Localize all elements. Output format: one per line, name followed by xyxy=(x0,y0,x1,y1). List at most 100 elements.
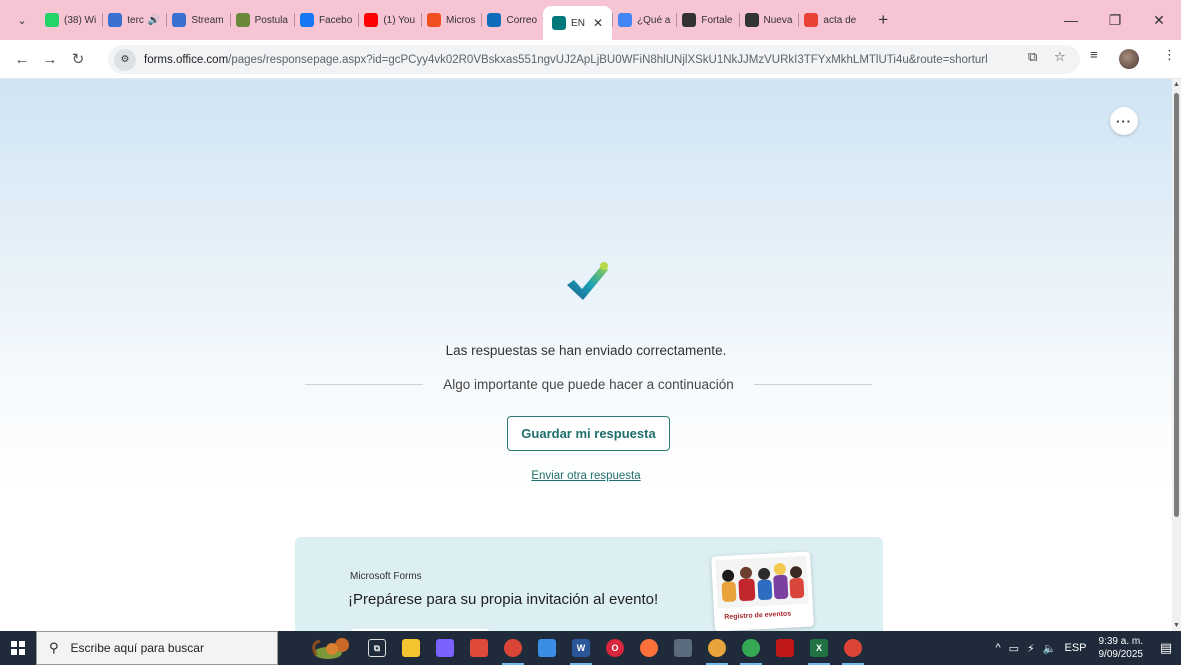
browser-tab[interactable]: EN ✕ xyxy=(543,6,613,40)
squirrel-illustration-icon xyxy=(312,638,349,659)
people-illustration-icon xyxy=(715,555,809,609)
system-tray: ^ ▭ ⚡ 🔈 ESP 9:39 a. m. 9/09/2025 ▤ xyxy=(991,631,1181,665)
install-app-icon[interactable]: ⧉ xyxy=(1028,49,1037,65)
taskbar-app-button[interactable]: O xyxy=(598,631,632,665)
clock-time: 9:39 a. m. xyxy=(1098,636,1143,647)
browser-tab[interactable]: Postula xyxy=(229,5,294,35)
tab-label: Micros xyxy=(446,14,476,26)
promo-banner: Microsoft Forms ¡Prepárese para su propi… xyxy=(295,537,883,631)
user-icon xyxy=(235,13,250,27)
browser-tab[interactable]: Stream xyxy=(166,5,229,35)
url-host: forms.office.com xyxy=(144,53,229,66)
volume-icon[interactable]: 🔈 xyxy=(1043,642,1057,655)
openai-icon xyxy=(682,13,697,27)
taskbar-app-button[interactable]: W xyxy=(564,631,598,665)
close-tab-icon[interactable]: ✕ xyxy=(593,16,603,30)
next-steps-divider: Algo importante que puede hacer a contin… xyxy=(305,375,872,393)
new-tab-button[interactable]: + xyxy=(872,10,894,30)
taskbar-app-button[interactable]: X xyxy=(802,631,836,665)
microsoft-icon xyxy=(427,13,442,27)
browser-tab[interactable]: Facebo xyxy=(293,5,358,35)
close-window-icon[interactable]: ✕ xyxy=(1137,0,1181,40)
taskbar-app-button[interactable] xyxy=(836,631,870,665)
send-another-response-label[interactable]: Enviar otra respuesta xyxy=(531,470,640,482)
tab-label: Nueva xyxy=(763,14,793,26)
page-scrollbar[interactable]: ▲ ▼ xyxy=(1172,79,1181,631)
divider-line-right xyxy=(753,383,872,385)
success-check-icon xyxy=(567,262,608,300)
tab-audio-icon[interactable]: 🔊 xyxy=(148,15,160,26)
network-icon[interactable]: ▭ xyxy=(1009,642,1019,655)
taskbar-app-icons: ⧉ W O X xyxy=(360,631,870,665)
power-icon[interactable]: ⚡ xyxy=(1027,642,1035,655)
browser-tab[interactable]: Fortale xyxy=(676,5,738,35)
copilot-icon xyxy=(436,639,454,657)
taskbar-app-button[interactable] xyxy=(700,631,734,665)
browser-menu-icon[interactable]: ⋮ xyxy=(1163,47,1176,63)
send-another-response-link[interactable]: Enviar otra respuesta xyxy=(0,470,1172,482)
tab-label: Fortale xyxy=(701,14,733,26)
gmail-icon xyxy=(804,13,819,27)
reload-icon[interactable]: ↻ xyxy=(64,45,92,73)
forward-icon[interactable]: → xyxy=(36,45,64,73)
taskbar-app-button[interactable] xyxy=(666,631,700,665)
tab-label: ¿Qué a xyxy=(637,14,671,26)
tab-label: Postula xyxy=(254,14,288,26)
site-settings-icon[interactable]: ⚙ xyxy=(114,48,136,71)
taskbar-app-button[interactable] xyxy=(496,631,530,665)
browser-tab[interactable]: Nueva xyxy=(738,5,799,35)
taskbar-clock[interactable]: 9:39 a. m. 9/09/2025 xyxy=(1099,635,1144,661)
browser-toolbar: ← → ↻ ⚙ forms.office.com/pages/responsep… xyxy=(0,40,1181,79)
browser-tab[interactable]: Correo xyxy=(481,5,543,35)
notifications-icon[interactable]: ▤ xyxy=(1151,640,1181,656)
taskbar-app-button[interactable] xyxy=(768,631,802,665)
tab-label: terc xyxy=(127,14,144,26)
taskbar-app-button[interactable] xyxy=(734,631,768,665)
chrome-profile-icon xyxy=(708,639,726,657)
scroll-down-icon[interactable]: ▼ xyxy=(1173,622,1180,629)
tab-label: Facebo xyxy=(318,14,353,26)
stream-icon xyxy=(172,13,187,27)
clock-date: 9/09/2025 xyxy=(1098,649,1144,660)
more-options-button[interactable]: ··· xyxy=(1110,107,1138,135)
restore-icon[interactable]: ❐ xyxy=(1093,0,1137,40)
address-bar[interactable]: ⚙ forms.office.com/pages/responsepage.as… xyxy=(108,45,1080,74)
browser-tab[interactable]: (38) Wi xyxy=(39,5,102,35)
taskbar-app-button[interactable] xyxy=(462,631,496,665)
tab-label: EN xyxy=(571,17,585,29)
chevron-up-icon[interactable]: ^ xyxy=(995,642,1000,654)
windows-start-button[interactable] xyxy=(0,631,36,665)
scrollbar-thumb[interactable] xyxy=(1174,93,1179,517)
taskbar-app-button[interactable] xyxy=(530,631,564,665)
browser-tab[interactable]: ¿Qué a xyxy=(612,5,676,35)
file-explorer-icon xyxy=(402,639,420,657)
taskbar-search-box[interactable]: ⚲ Escribe aquí para buscar xyxy=(36,631,278,665)
taskbar-app-button[interactable] xyxy=(394,631,428,665)
taskbar-app-button[interactable] xyxy=(632,631,666,665)
back-icon[interactable]: ← xyxy=(8,45,36,73)
calculator-icon xyxy=(674,639,692,657)
browser-tab[interactable]: Micros xyxy=(421,5,481,35)
url-text[interactable]: forms.office.com/pages/responsepage.aspx… xyxy=(144,54,1034,66)
browser-tab-bar: ⌄ (38) Wi terc 🔊 Stream Postula Facebo (1) You… xyxy=(0,0,1181,40)
browser-tab[interactable]: acta de xyxy=(798,5,862,35)
search-icon: ⚲ xyxy=(49,640,59,655)
divider-line-left xyxy=(305,383,424,385)
scroll-up-icon[interactable]: ▲ xyxy=(1173,81,1180,88)
mcafee-icon xyxy=(776,639,794,657)
word-icon: W xyxy=(572,639,590,657)
save-response-button[interactable]: Guardar mi respuesta xyxy=(507,416,670,451)
taskbar-app-button[interactable] xyxy=(428,631,462,665)
browser-tab[interactable]: (1) You xyxy=(358,5,421,35)
profile-avatar[interactable] xyxy=(1119,49,1139,69)
tab-label: Correo xyxy=(506,14,538,26)
minimize-icon[interactable]: — xyxy=(1049,0,1093,40)
chrome-icon xyxy=(844,639,862,657)
reading-list-icon[interactable]: ≡ xyxy=(1090,47,1098,62)
bookmark-star-icon[interactable]: ☆ xyxy=(1054,49,1066,65)
language-indicator[interactable]: ESP xyxy=(1064,642,1086,654)
forms-icon xyxy=(552,16,567,30)
tab-search-button[interactable]: ⌄ xyxy=(9,7,35,33)
browser-tab[interactable]: terc 🔊 xyxy=(102,5,166,35)
taskbar-app-button[interactable]: ⧉ xyxy=(360,631,394,665)
